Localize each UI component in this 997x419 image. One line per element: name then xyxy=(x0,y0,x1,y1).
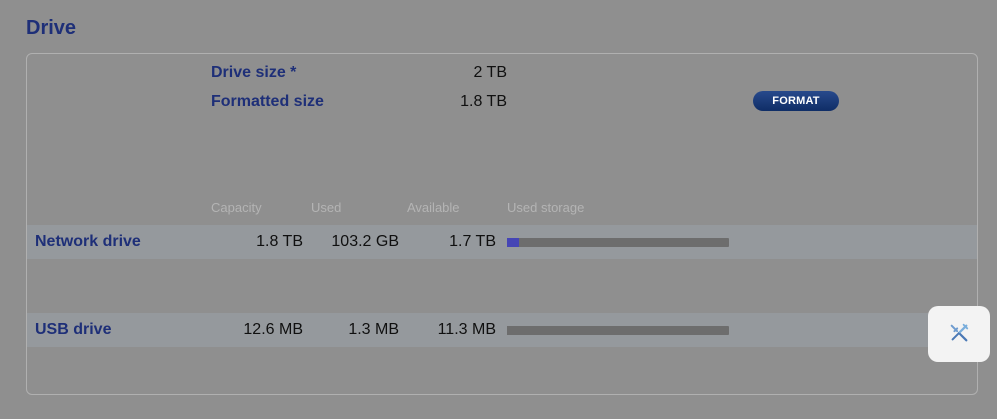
page: Drive Drive size * 2 TB Formatted size 1… xyxy=(8,8,990,412)
column-header-available: Available xyxy=(407,200,460,215)
usb-drive-capacity: 12.6 MB xyxy=(243,321,303,338)
row-label-usb-drive: USB drive xyxy=(35,321,112,338)
section-title: Drive xyxy=(26,17,77,39)
network-drive-used: 103.2 GB xyxy=(331,233,399,250)
usb-drive-storage-fill xyxy=(507,326,530,335)
column-header-used: Used xyxy=(311,200,342,215)
column-header-capacity: Capacity xyxy=(211,200,262,215)
network-drive-storage-fill xyxy=(507,238,520,247)
tools-icon xyxy=(950,323,969,342)
usb-drive-available: 11.3 MB xyxy=(437,321,496,338)
drive-panel: Drive size * 2 TB Formatted size 1.8 TB … xyxy=(26,53,978,395)
network-drive-available: 1.7 TB xyxy=(449,233,496,250)
drive-size-label: Drive size * xyxy=(211,64,297,81)
tools-button[interactable] xyxy=(928,306,990,362)
drive-size-value: 2 TB xyxy=(473,64,508,81)
usb-drive-used: 1.3 MB xyxy=(348,321,399,338)
table-row-usb-drive: USB drive 12.6 MB 1.3 MB 11.3 MB xyxy=(27,313,977,347)
column-header-used-storage: Used storage xyxy=(507,200,585,215)
table-row-network-drive: Network drive 1.8 TB 103.2 GB 1.7 TB xyxy=(27,225,977,259)
network-drive-capacity: 1.8 TB xyxy=(256,233,303,250)
formatted-size-value: 1.8 TB xyxy=(460,93,507,110)
formatted-size-label: Formatted size xyxy=(211,93,324,110)
row-label-network-drive: Network drive xyxy=(35,233,141,250)
format-button[interactable]: FORMAT xyxy=(753,91,839,111)
network-drive-storage-bar xyxy=(507,238,729,247)
usb-drive-storage-bar xyxy=(507,326,729,335)
